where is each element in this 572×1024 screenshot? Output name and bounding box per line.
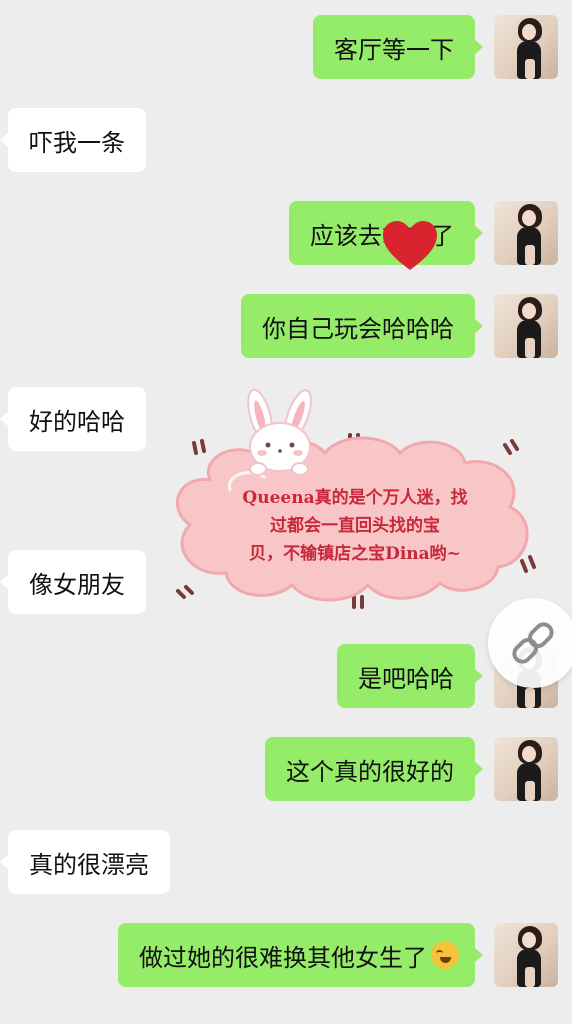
avatar[interactable] bbox=[494, 201, 558, 265]
message-text: 吓我一条 bbox=[29, 128, 125, 157]
message-text: 你自己玩会哈哈哈 bbox=[262, 314, 454, 343]
link-icon bbox=[512, 622, 554, 664]
message-bubble-other[interactable]: 像女朋友 bbox=[0, 550, 146, 614]
sticker-text-line2: 过都会一直回头找的宝 bbox=[270, 515, 440, 536]
message-bubble-self[interactable]: 客厅等一下 bbox=[313, 15, 483, 79]
sticker-text-line1: Queena真的是个万人迷，找 bbox=[242, 487, 467, 508]
message-bubble-other[interactable]: 吓我一条 bbox=[0, 108, 146, 172]
avatar[interactable] bbox=[494, 923, 558, 987]
message-text: 做过她的很难换其他女生了 bbox=[139, 943, 427, 972]
message-text: 客厅等一下 bbox=[334, 35, 454, 64]
message-bubble-self[interactable]: 这个真的很好的 bbox=[265, 737, 483, 801]
link-button[interactable] bbox=[488, 598, 572, 688]
message-bubble-self[interactable]: 你自己玩会哈哈哈 bbox=[241, 294, 483, 358]
heart-icon bbox=[383, 221, 437, 270]
message-bubble-other[interactable]: 真的很漂亮 bbox=[0, 830, 170, 894]
message-bubble-self[interactable]: 做过她的很难换其他女生了 bbox=[118, 923, 483, 987]
crying-laughing-emoji-icon bbox=[431, 941, 459, 969]
sticker-text-line3: 贝，不输镇店之宝Dina哟~ bbox=[249, 543, 461, 564]
message-text: 是吧哈哈 bbox=[358, 664, 454, 693]
avatar[interactable] bbox=[494, 294, 558, 358]
message-text: 这个真的很好的 bbox=[286, 757, 454, 786]
avatar[interactable] bbox=[494, 15, 558, 79]
message-text: 真的很漂亮 bbox=[29, 850, 149, 879]
message-bubble-other[interactable]: 好的哈哈 bbox=[0, 387, 146, 451]
message-text: 像女朋友 bbox=[29, 570, 125, 599]
avatar[interactable] bbox=[494, 737, 558, 801]
message-bubble-self[interactable]: 是吧哈哈 bbox=[337, 644, 483, 708]
message-text: 好的哈哈 bbox=[29, 407, 125, 436]
promo-sticker: Queena真的是个万人迷，找 过都会一直回头找的宝 贝，不输镇店之宝Dina哟… bbox=[176, 388, 536, 609]
